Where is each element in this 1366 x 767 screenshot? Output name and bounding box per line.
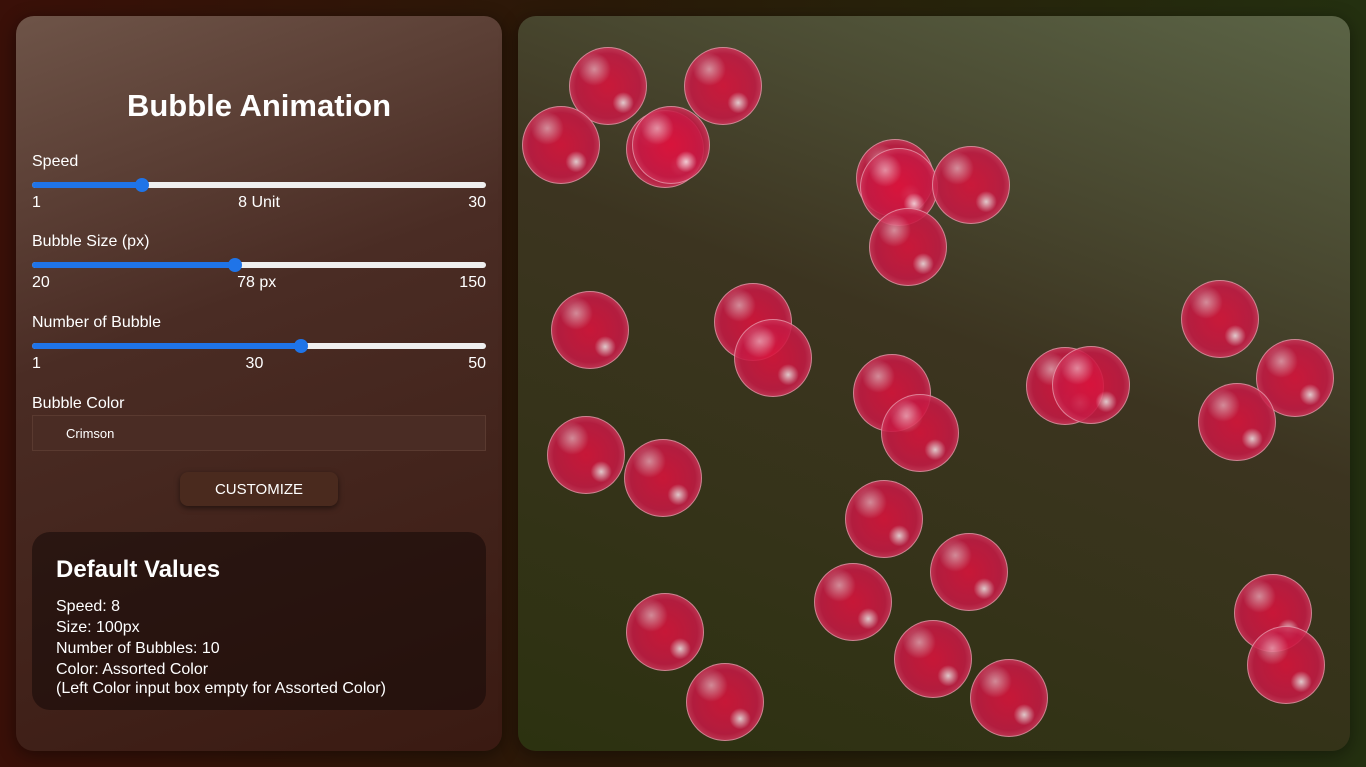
speed-slider-fill [32,182,142,188]
default-speed: Speed: 8 [56,598,121,615]
size-control: Bubble Size (px) 20 78 px 150 [32,232,486,294]
default-size: Size: 100px [56,619,140,636]
default-count: Number of Bubbles: 10 [56,640,220,657]
size-slider-fill [32,262,235,268]
bubble [632,106,710,184]
speed-label: Speed [32,153,79,170]
speed-slider-thumb[interactable] [134,178,149,192]
count-slider-thumb[interactable] [293,339,308,353]
default-values-title: Default Values [56,556,221,583]
default-color-note: (Left Color input box empty for Assorted… [56,680,386,697]
speed-control: Speed 1 8 Unit 30 [32,152,486,214]
bubble [845,480,923,558]
size-slider[interactable] [32,258,486,272]
size-scale: 20 78 px 150 [32,274,486,294]
bubble [1181,280,1259,358]
count-scale: 1 30 50 [32,355,486,375]
speed-current-value: 8 Unit [238,194,280,211]
bubble [734,319,812,397]
bubble [1052,346,1130,424]
count-slider-fill [32,343,301,349]
control-panel: Bubble Animation Speed 1 8 Unit 30 Bubbl… [16,16,502,751]
bubble [1247,626,1325,704]
count-min: 1 [32,355,41,372]
bubble [814,563,892,641]
size-slider-thumb[interactable] [227,258,242,272]
color-label: Bubble Color [32,395,125,412]
speed-min: 1 [32,194,41,211]
bubble [551,291,629,369]
bubble [547,416,625,494]
bubble [970,659,1048,737]
speed-scale: 1 8 Unit 30 [32,194,486,214]
speed-slider[interactable] [32,178,486,192]
bubble [1198,383,1276,461]
speed-max: 30 [468,194,486,211]
size-min: 20 [32,274,50,291]
bubble [894,620,972,698]
count-max: 50 [468,355,486,372]
bubble [686,663,764,741]
bubble-color-input[interactable] [32,415,486,451]
default-color: Color: Assorted Color [56,661,209,678]
bubble [932,146,1010,224]
customize-button[interactable]: CUSTOMIZE [180,472,338,506]
size-label: Bubble Size (px) [32,233,150,250]
count-current-value: 30 [245,355,264,372]
bubble [626,593,704,671]
size-max: 150 [459,274,486,291]
size-current-value: 78 px [237,274,277,291]
count-label: Number of Bubble [32,314,161,331]
bubble-stage [518,16,1350,751]
bubble [869,208,947,286]
panel-title: Bubble Animation [126,88,392,123]
bubble [930,533,1008,611]
bubble [624,439,702,517]
bubble [522,106,600,184]
bubble [881,394,959,472]
default-values-box: Default Values Speed: 8 Size: 100px Numb… [32,532,486,710]
color-control: Bubble Color [32,394,486,414]
bubble [684,47,762,125]
count-slider[interactable] [32,339,486,353]
count-control: Number of Bubble 1 30 50 [32,313,486,375]
